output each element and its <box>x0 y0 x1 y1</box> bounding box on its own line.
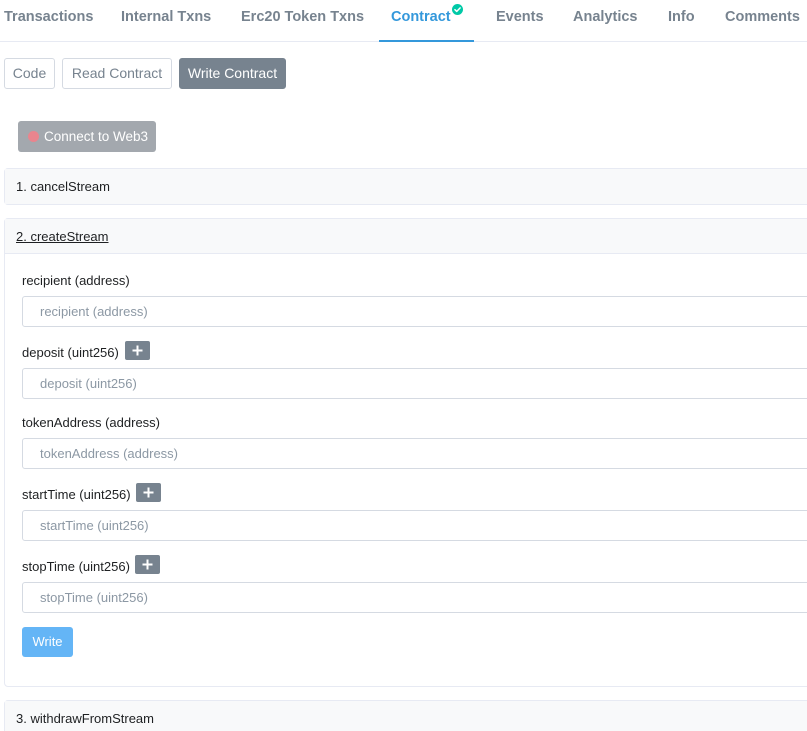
tab-analytics[interactable]: Analytics <box>573 0 637 42</box>
check-circle-icon <box>451 4 463 15</box>
contract-tabs: Transactions Internal Txns Erc20 Token T… <box>0 0 807 42</box>
recipient-input[interactable] <box>22 296 807 327</box>
function-header-withdraw-from-stream[interactable]: 3. withdrawFromStream <box>5 701 807 731</box>
plus-icon <box>132 345 143 356</box>
start-time-label: startTime (uint256) <box>22 487 131 502</box>
write-contract-button[interactable]: Write Contract <box>179 58 286 89</box>
tab-erc20-token-txns[interactable]: Erc20 Token Txns <box>241 0 364 42</box>
function-card-withdraw-from-stream: 3. withdrawFromStream <box>4 700 807 731</box>
tab-events[interactable]: Events <box>496 0 544 42</box>
function-card-create-stream: 2. createStream recipient (address) depo… <box>4 218 807 687</box>
function-card-cancel-stream: 1. cancelStream <box>4 168 807 205</box>
token-address-label: tokenAddress (address) <box>22 415 161 430</box>
write-button[interactable]: Write <box>22 627 73 657</box>
stop-time-label: stopTime (uint256) <box>22 559 130 574</box>
function-title: 3. withdrawFromStream <box>16 711 154 726</box>
tab-contract-label: Contract <box>391 9 451 25</box>
status-dot-icon <box>28 131 39 142</box>
connect-web3-label: Connect to Web3 <box>44 129 149 144</box>
code-button[interactable]: Code <box>4 58 55 89</box>
function-title: 1. cancelStream <box>16 179 110 194</box>
function-title: 2. createStream <box>16 229 109 244</box>
deposit-plus-button[interactable] <box>125 341 150 360</box>
plus-icon <box>142 559 153 570</box>
tab-internal-txns[interactable]: Internal Txns <box>121 0 211 42</box>
read-contract-button[interactable]: Read Contract <box>62 58 172 89</box>
function-header-cancel-stream[interactable]: 1. cancelStream <box>5 169 807 204</box>
plus-icon <box>143 487 154 498</box>
connect-web3-button[interactable]: Connect to Web3 <box>18 121 156 152</box>
tab-info[interactable]: Info <box>668 0 695 42</box>
function-header-create-stream[interactable]: 2. createStream <box>5 219 807 254</box>
stop-time-input[interactable] <box>22 582 807 613</box>
start-time-plus-button[interactable] <box>136 483 161 502</box>
tab-contract[interactable]: Contract <box>379 0 474 42</box>
tab-comments[interactable]: Comments <box>725 0 800 42</box>
deposit-label: deposit (uint256) <box>22 345 119 360</box>
recipient-label: recipient (address) <box>22 273 130 288</box>
token-address-input[interactable] <box>22 438 807 469</box>
deposit-input[interactable] <box>22 368 807 399</box>
stop-time-plus-button[interactable] <box>135 555 160 574</box>
tab-transactions[interactable]: Transactions <box>4 0 93 42</box>
start-time-input[interactable] <box>22 510 807 541</box>
